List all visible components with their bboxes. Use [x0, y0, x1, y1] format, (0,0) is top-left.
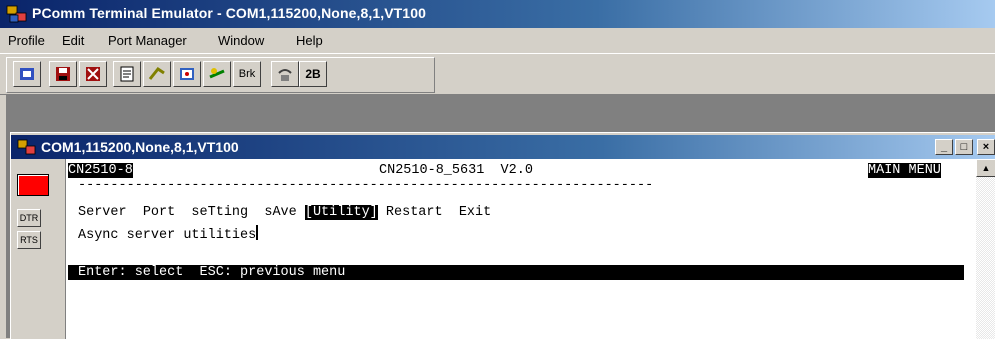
- save-icon[interactable]: [49, 61, 77, 87]
- divider-line: ----------------------------------------…: [78, 178, 654, 193]
- vertical-scrollbar[interactable]: ▲: [976, 159, 995, 339]
- toolbar-group: Brk 2B: [6, 57, 435, 93]
- rts-button[interactable]: RTS: [17, 231, 41, 249]
- menu-description: Async server utilities: [78, 228, 257, 243]
- menu-title: MAIN MENU: [868, 163, 941, 178]
- dtr-button[interactable]: DTR: [17, 209, 41, 227]
- terminal-menu: Server Port seTting sAve [Utility] Resta…: [78, 205, 491, 220]
- open-icon[interactable]: [13, 61, 41, 87]
- transfer-icon[interactable]: [203, 61, 231, 87]
- session-window: COM1,115200,None,8,1,VT100 _ □ × DTR RTS…: [10, 132, 995, 339]
- capture-icon[interactable]: [173, 61, 201, 87]
- description-line: Async server utilities: [78, 225, 259, 243]
- menu-port-manager[interactable]: Port Manager: [108, 33, 187, 48]
- menu-item-server[interactable]: Server: [78, 205, 127, 220]
- mdi-area: COM1,115200,None,8,1,VT100 _ □ × DTR RTS…: [6, 94, 995, 339]
- dial-icon[interactable]: [271, 61, 299, 87]
- menu-bar: Profile Edit Port Manager Window Help: [0, 28, 995, 52]
- app-titlebar[interactable]: PComm Terminal Emulator - COM1,115200,No…: [0, 0, 995, 28]
- close-button[interactable]: ×: [977, 139, 995, 155]
- paste-icon[interactable]: [143, 61, 171, 87]
- menu-item-exit[interactable]: Exit: [459, 205, 491, 220]
- menu-edit[interactable]: Edit: [62, 33, 84, 48]
- minimize-button[interactable]: _: [935, 139, 953, 155]
- menu-item-setting[interactable]: seTting: [191, 205, 248, 220]
- maximize-button[interactable]: □: [955, 139, 973, 155]
- hint-bar: Enter: select ESC: previous menu: [68, 265, 964, 280]
- break-button[interactable]: Brk: [233, 61, 261, 87]
- 2b-button[interactable]: 2B: [299, 61, 327, 87]
- line-status-panel: DTR RTS: [11, 159, 63, 339]
- menu-profile[interactable]: Profile: [8, 33, 45, 48]
- menu-window[interactable]: Window: [218, 33, 264, 48]
- session-titlebar[interactable]: COM1,115200,None,8,1,VT100 _ □ ×: [11, 135, 995, 159]
- properties-icon[interactable]: [113, 61, 141, 87]
- pcomm-app-icon: [6, 5, 27, 23]
- device-name: CN2510-8: [68, 163, 133, 178]
- device-version: CN2510-8_5631 V2.0: [379, 163, 533, 178]
- menu-item-restart[interactable]: Restart: [386, 205, 443, 220]
- hint-text: Enter: select ESC: previous menu: [78, 265, 346, 280]
- connection-led-icon: [17, 174, 49, 196]
- menu-item-utility[interactable]: [Utility]: [304, 205, 378, 220]
- text-cursor: [256, 225, 259, 240]
- toolbar: Brk 2B: [0, 53, 995, 95]
- terminal-screen[interactable]: CN2510-8 CN2510-8_5631 V2.0 MAIN MENU --…: [65, 159, 976, 339]
- exit-icon[interactable]: [79, 61, 107, 87]
- session-title: COM1,115200,None,8,1,VT100: [41, 139, 239, 155]
- menu-item-port[interactable]: Port: [143, 205, 175, 220]
- app-title: PComm Terminal Emulator - COM1,115200,No…: [32, 5, 426, 21]
- scroll-up-icon[interactable]: ▲: [976, 159, 995, 177]
- session-icon: [17, 139, 36, 155]
- menu-help[interactable]: Help: [296, 33, 323, 48]
- menu-item-save[interactable]: sAve: [264, 205, 296, 220]
